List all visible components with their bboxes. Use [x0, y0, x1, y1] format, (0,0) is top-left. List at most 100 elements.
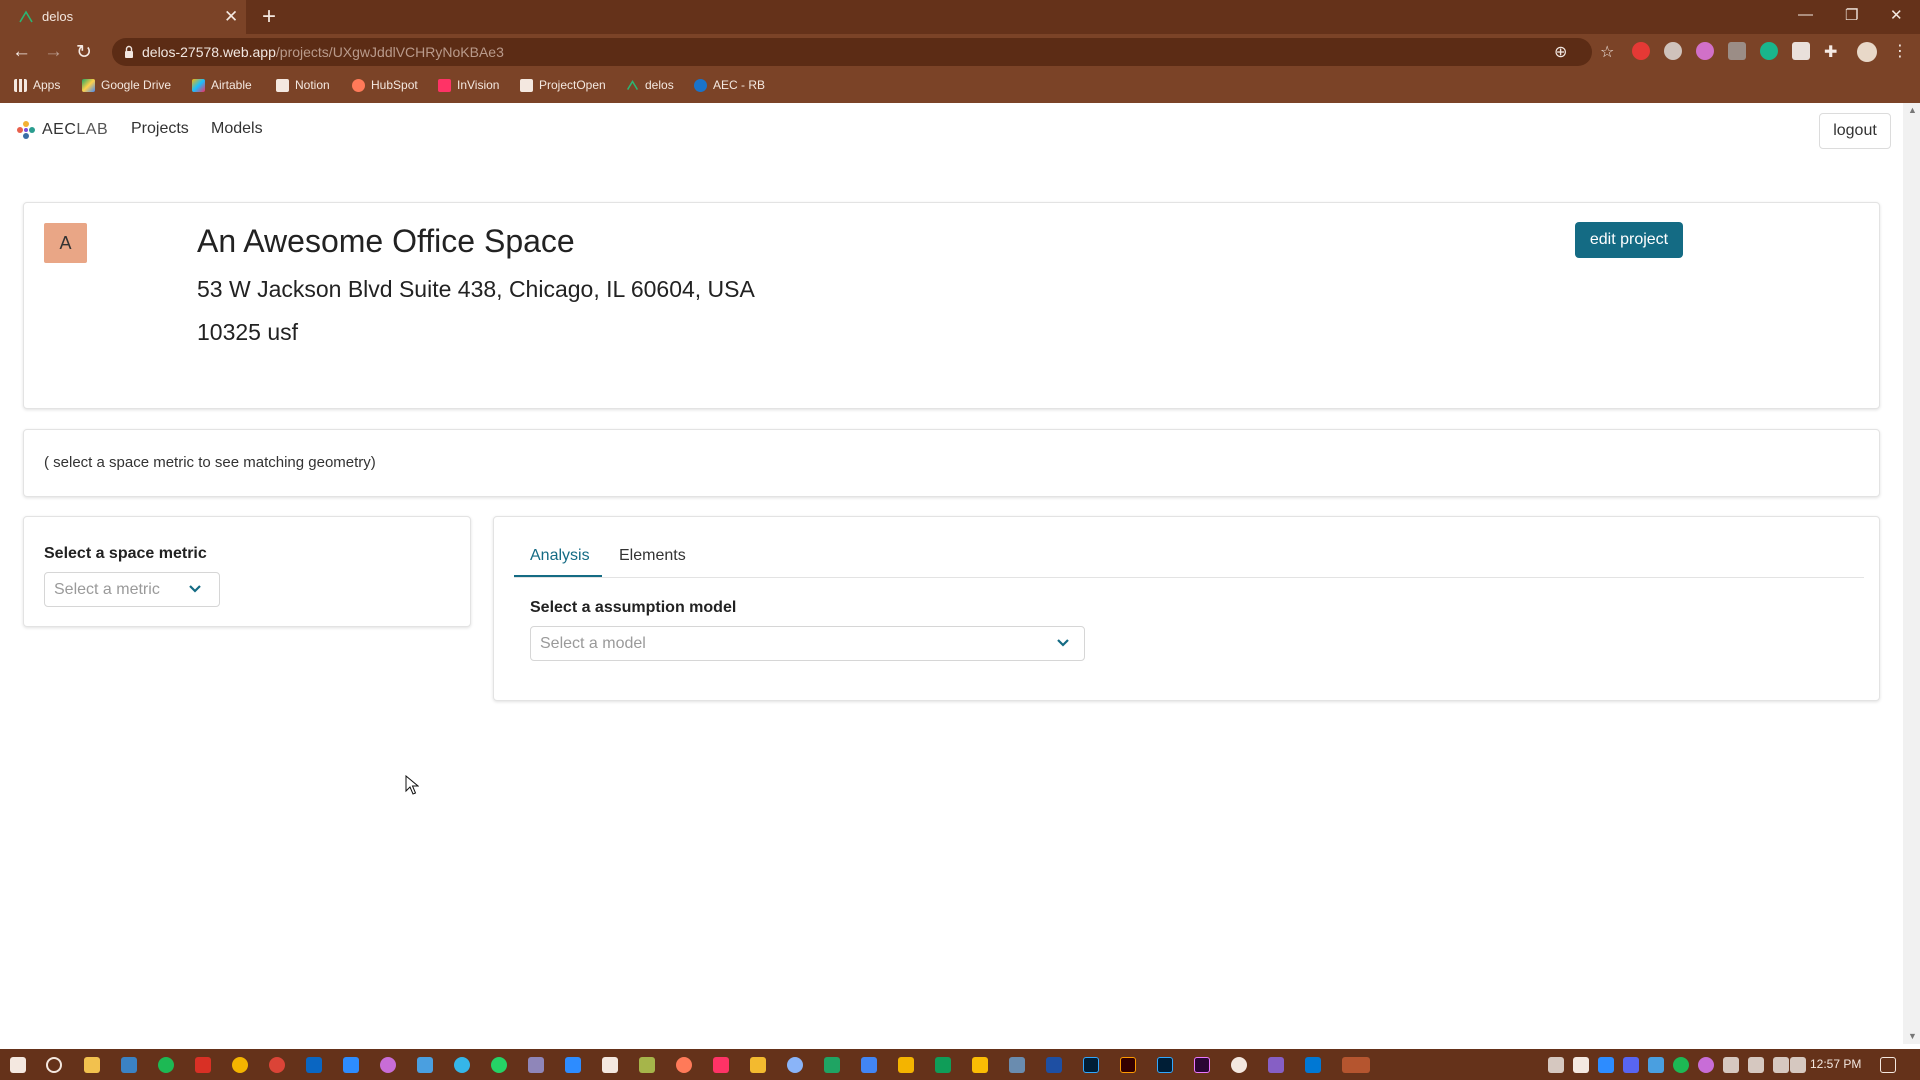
- google-slides-icon[interactable]: [898, 1057, 914, 1073]
- taskbar-app-icon[interactable]: [417, 1057, 433, 1073]
- tray-spotify-icon[interactable]: [1673, 1057, 1689, 1073]
- bookmark-projectopen[interactable]: ProjectOpen: [520, 78, 606, 92]
- gmail-icon[interactable]: [195, 1057, 211, 1073]
- extension-icon[interactable]: [1728, 42, 1746, 60]
- tray-discord-icon[interactable]: [1623, 1057, 1639, 1073]
- notion-extension-icon[interactable]: [1792, 42, 1810, 60]
- linkedin-icon[interactable]: [306, 1057, 322, 1073]
- notion-icon[interactable]: [602, 1057, 618, 1073]
- bookmark-delos[interactable]: delos: [626, 78, 674, 92]
- taskbar-app-icon[interactable]: [639, 1057, 655, 1073]
- active-window-icon[interactable]: [1342, 1057, 1370, 1073]
- tray-zoom-icon[interactable]: [1598, 1057, 1614, 1073]
- lightroom-icon[interactable]: [1157, 1057, 1173, 1073]
- spotify-icon[interactable]: [158, 1057, 174, 1073]
- extensions-puzzle-icon[interactable]: ✚: [1824, 42, 1837, 62]
- taskbar-app-icon[interactable]: [528, 1057, 544, 1073]
- page-scrollbar[interactable]: ▲ ▼: [1903, 103, 1920, 1044]
- bookmark-apps[interactable]: Apps: [14, 78, 60, 92]
- edit-project-button[interactable]: edit project: [1575, 222, 1683, 258]
- photoshop-icon[interactable]: [1083, 1057, 1099, 1073]
- tray-chevron-icon[interactable]: [1548, 1057, 1564, 1073]
- visual-studio-icon[interactable]: [1268, 1057, 1284, 1073]
- assumption-model-label: Select a assumption model: [530, 599, 737, 616]
- chevron-down-icon: [189, 585, 201, 593]
- url-text: delos-27578.web.app/projects/UXgwJddlVCH…: [142, 44, 504, 60]
- install-app-icon[interactable]: ⊕: [1554, 42, 1567, 62]
- taskbar-app-icon[interactable]: [454, 1057, 470, 1073]
- bookmark-notion[interactable]: Notion: [276, 78, 330, 92]
- notion-icon: [276, 78, 289, 92]
- volume-icon[interactable]: [1748, 1057, 1764, 1073]
- whatsapp-icon[interactable]: [491, 1057, 507, 1073]
- metric-select[interactable]: Select a metric: [44, 572, 220, 607]
- chrome-icon[interactable]: [269, 1057, 285, 1073]
- bookmark-google-drive[interactable]: Google Drive: [82, 78, 171, 92]
- browser-tab[interactable]: delos ✕: [0, 0, 246, 34]
- bookmark-invision[interactable]: InVision: [438, 78, 499, 92]
- airtable-icon: [192, 78, 205, 92]
- windows-start-icon[interactable]: [10, 1057, 26, 1073]
- tab-elements[interactable]: Elements: [619, 547, 686, 565]
- taskbar-app-icon[interactable]: [972, 1057, 988, 1073]
- tray-app-icon[interactable]: [1573, 1057, 1589, 1073]
- invision-icon[interactable]: [713, 1057, 729, 1073]
- google-sheets-icon[interactable]: [935, 1057, 951, 1073]
- restore-icon[interactable]: ❐: [1845, 6, 1858, 24]
- google-docs-icon[interactable]: [861, 1057, 877, 1073]
- vscode-icon[interactable]: [1305, 1057, 1321, 1073]
- reload-icon[interactable]: ↻: [76, 41, 92, 64]
- profile-avatar-icon[interactable]: [1857, 42, 1877, 62]
- tray-app-icon[interactable]: [1698, 1057, 1714, 1073]
- bookmark-airtable[interactable]: Airtable: [192, 78, 252, 92]
- browser-menu-icon[interactable]: ⋮: [1892, 41, 1908, 61]
- premiere-icon[interactable]: [1194, 1057, 1210, 1073]
- forward-icon[interactable]: →: [44, 41, 63, 63]
- tab-close-icon[interactable]: ✕: [224, 7, 238, 27]
- chrome-icon[interactable]: [232, 1057, 248, 1073]
- new-tab-icon[interactable]: +: [262, 3, 276, 31]
- back-icon[interactable]: ←: [12, 41, 31, 63]
- hubspot-icon[interactable]: [676, 1057, 692, 1073]
- taskbar-app-icon[interactable]: [343, 1057, 359, 1073]
- taskbar-clock[interactable]: 12:57 PM: [1810, 1057, 1861, 1071]
- extension-icon[interactable]: [1696, 42, 1714, 60]
- extension-icon[interactable]: [1664, 42, 1682, 60]
- taskbar-app-icon[interactable]: [787, 1057, 803, 1073]
- battery-icon[interactable]: [1790, 1057, 1806, 1073]
- window-close-icon[interactable]: ✕: [1890, 6, 1903, 24]
- scroll-up-icon[interactable]: ▲: [1908, 105, 1917, 115]
- logout-button[interactable]: logout: [1819, 113, 1891, 149]
- nav-projects-link[interactable]: Projects: [131, 120, 189, 138]
- taskbar-app-icon[interactable]: [380, 1057, 396, 1073]
- space-metric-label: Select a space metric: [44, 545, 207, 562]
- grammarly-icon[interactable]: [1760, 42, 1778, 60]
- file-explorer-icon[interactable]: [84, 1057, 100, 1073]
- extension-icon[interactable]: [1632, 42, 1650, 60]
- scroll-down-icon[interactable]: ▼: [1908, 1031, 1917, 1041]
- taskbar-app-icon[interactable]: [121, 1057, 137, 1073]
- nav-models-link[interactable]: Models: [211, 120, 263, 138]
- wifi-icon[interactable]: [1723, 1057, 1739, 1073]
- tray-app-icon[interactable]: [1773, 1057, 1789, 1073]
- model-select[interactable]: Select a model: [530, 626, 1085, 661]
- bookmark-aec-rb[interactable]: AEC - RB: [694, 78, 765, 92]
- illustrator-icon[interactable]: [1120, 1057, 1136, 1073]
- github-icon[interactable]: [1231, 1057, 1247, 1073]
- search-icon[interactable]: [46, 1057, 62, 1073]
- revit-icon[interactable]: [1046, 1057, 1062, 1073]
- bookmark-hubspot[interactable]: HubSpot: [352, 78, 418, 92]
- taskbar-app-icon[interactable]: [750, 1057, 766, 1073]
- tab-analysis[interactable]: Analysis: [530, 547, 590, 565]
- project-area: 10325 usf: [197, 319, 299, 345]
- project-address: 53 W Jackson Blvd Suite 438, Chicago, IL…: [197, 276, 755, 302]
- zoom-icon[interactable]: [565, 1057, 581, 1073]
- tray-app-icon[interactable]: [1648, 1057, 1664, 1073]
- google-drive-icon[interactable]: [824, 1057, 840, 1073]
- aeclab-logo[interactable]: AECLAB: [14, 119, 108, 141]
- taskbar-app-icon[interactable]: [1009, 1057, 1025, 1073]
- bookmark-star-icon[interactable]: ☆: [1600, 42, 1614, 62]
- minimize-icon[interactable]: —: [1798, 6, 1813, 23]
- address-bar[interactable]: delos-27578.web.app/projects/UXgwJddlVCH…: [112, 38, 1614, 66]
- notification-center-icon[interactable]: [1880, 1057, 1896, 1073]
